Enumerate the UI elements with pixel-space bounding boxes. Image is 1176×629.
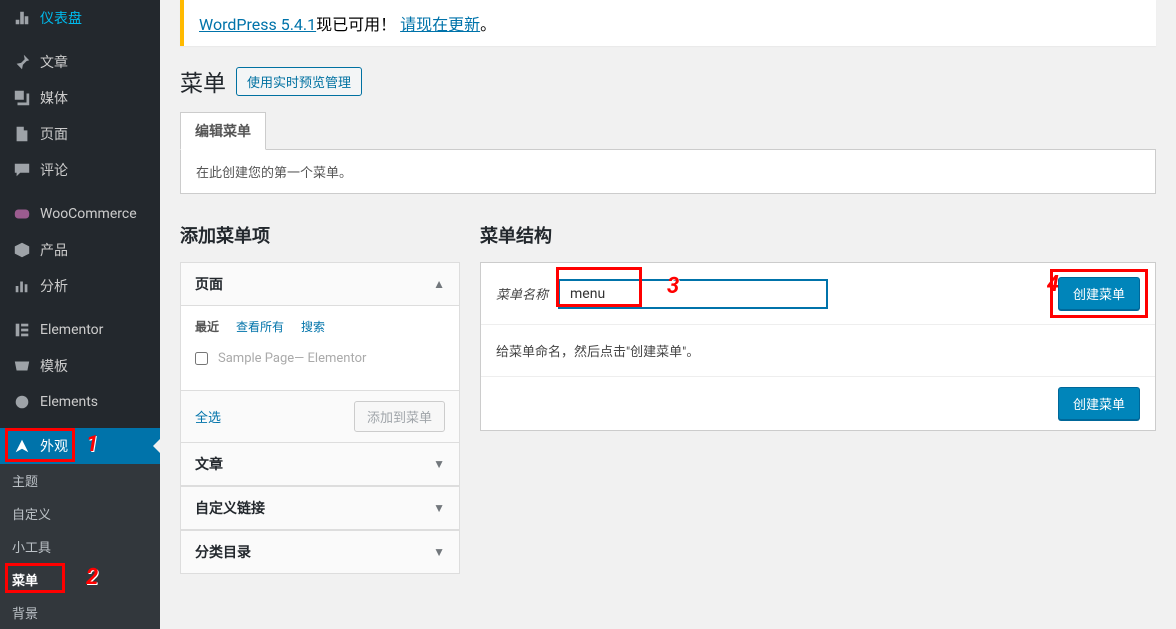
page-checkbox[interactable]	[195, 352, 208, 365]
inner-tab-search[interactable]: 搜索	[301, 320, 325, 334]
submenu-customize[interactable]: 自定义	[0, 497, 160, 530]
submenu-background[interactable]: 背景	[0, 596, 160, 629]
elementor-icon	[12, 320, 32, 340]
create-menu-button-bottom[interactable]: 创建菜单	[1058, 387, 1140, 420]
page-list-item: Sample Page — Elementor	[195, 345, 445, 378]
select-all-link[interactable]: 全选	[195, 407, 221, 426]
sidebar-item-label: 模板	[40, 356, 68, 376]
nav-tabs: 编辑菜单	[180, 112, 1156, 150]
submenu-menus[interactable]: 菜单	[0, 563, 160, 596]
sidebar-item-elements[interactable]: Elements	[0, 384, 160, 420]
accordion-pages-header[interactable]: 页面 ▲	[181, 263, 459, 306]
media-icon	[12, 88, 32, 108]
sidebar-item-templates[interactable]: 模板	[0, 348, 160, 384]
accordion-pages-body: 最近 查看所有 搜索 Sample Page — Elementor	[181, 306, 459, 391]
sidebar-item-label: 仪表盘	[40, 8, 82, 28]
dashboard-icon	[12, 8, 32, 28]
create-menu-button-top[interactable]: 创建菜单	[1058, 277, 1140, 310]
menu-structure-heading: 菜单结构	[480, 222, 1156, 248]
sidebar-item-label: 文章	[40, 52, 68, 72]
sidebar-item-label: 页面	[40, 124, 68, 144]
chevron-up-icon: ▲	[433, 277, 445, 291]
templates-icon	[12, 356, 32, 376]
sidebar-item-comments[interactable]: 评论	[0, 152, 160, 188]
menu-structure-box: 菜单名称 3 4 创建菜单 给菜单命名，然后点击"创建菜单"。 创建菜单	[480, 262, 1156, 431]
sidebar-item-label: Elementor	[40, 322, 103, 338]
live-preview-button[interactable]: 使用实时预览管理	[236, 67, 362, 96]
main-content: WordPress 5.4.1现已可用！ 请现在更新。 菜单 使用实时预览管理 …	[160, 0, 1176, 574]
sidebar-item-media[interactable]: 媒体	[0, 80, 160, 116]
chevron-down-icon: ▼	[433, 501, 445, 515]
comment-icon	[12, 160, 32, 180]
inner-tab-recent[interactable]: 最近	[195, 320, 219, 334]
page-title: 菜单	[180, 64, 226, 98]
chevron-down-icon: ▼	[433, 545, 445, 559]
chevron-down-icon: ▼	[433, 457, 445, 471]
sidebar-item-dashboard[interactable]: 仪表盘	[0, 0, 160, 36]
admin-sidebar: 仪表盘 文章 媒体 页面 评论 WooCommerce 产品 分析 Elemen…	[0, 0, 160, 595]
accordion-pages-footer: 全选 添加到菜单	[181, 391, 459, 442]
sidebar-item-label: Elements	[40, 394, 98, 410]
sidebar-item-woocommerce[interactable]: WooCommerce	[0, 196, 160, 232]
submenu-themes[interactable]: 主题	[0, 464, 160, 497]
product-icon	[12, 240, 32, 260]
annotation-2: 2	[86, 565, 98, 590]
add-to-menu-button[interactable]: 添加到菜单	[354, 401, 445, 432]
sidebar-item-posts[interactable]: 文章	[0, 44, 160, 80]
analytics-icon	[12, 276, 32, 296]
inner-tab-all[interactable]: 查看所有	[236, 320, 284, 334]
accordion: 页面 ▲ 最近 查看所有 搜索 Sample Page — Elementor	[180, 262, 460, 574]
sidebar-item-label: 分析	[40, 276, 68, 296]
sidebar-item-label: 外观	[40, 436, 68, 456]
accordion-custom-links-header[interactable]: 自定义链接 ▼	[181, 486, 459, 530]
sidebar-item-appearance[interactable]: 外观	[0, 428, 160, 464]
sidebar-item-analytics[interactable]: 分析	[0, 268, 160, 304]
submenu-widgets[interactable]: 小工具	[0, 530, 160, 563]
menu-structure-hint: 给菜单命名，然后点击"创建菜单"。	[481, 325, 1155, 377]
sidebar-item-products[interactable]: 产品	[0, 232, 160, 268]
sidebar-item-label: WooCommerce	[40, 206, 137, 222]
elements-icon	[12, 392, 32, 412]
appearance-icon	[12, 436, 32, 456]
page-icon	[12, 124, 32, 144]
wordpress-version-link[interactable]: WordPress 5.4.1	[199, 15, 316, 34]
info-box: 在此创建您的第一个菜单。	[180, 149, 1156, 194]
annotation-1: 1	[86, 432, 98, 457]
accordion-categories-header[interactable]: 分类目录 ▼	[181, 530, 459, 573]
sidebar-item-elementor[interactable]: Elementor	[0, 312, 160, 348]
accordion-posts-header[interactable]: 文章 ▼	[181, 442, 459, 486]
sidebar-item-label: 产品	[40, 240, 68, 260]
woo-icon	[12, 204, 32, 224]
add-menu-items-heading: 添加菜单项	[180, 222, 460, 248]
annotation-3: 3	[667, 274, 679, 299]
tab-edit-menu[interactable]: 编辑菜单	[180, 112, 266, 150]
pin-icon	[12, 52, 32, 72]
sidebar-item-label: 评论	[40, 160, 68, 180]
sidebar-item-pages[interactable]: 页面	[0, 116, 160, 152]
update-notice: WordPress 5.4.1现已可用！ 请现在更新。	[180, 0, 1156, 46]
sidebar-item-label: 媒体	[40, 88, 68, 108]
update-now-link[interactable]: 请现在更新	[400, 15, 480, 34]
menu-name-input[interactable]	[558, 279, 828, 309]
menu-name-label: 菜单名称	[496, 284, 548, 303]
